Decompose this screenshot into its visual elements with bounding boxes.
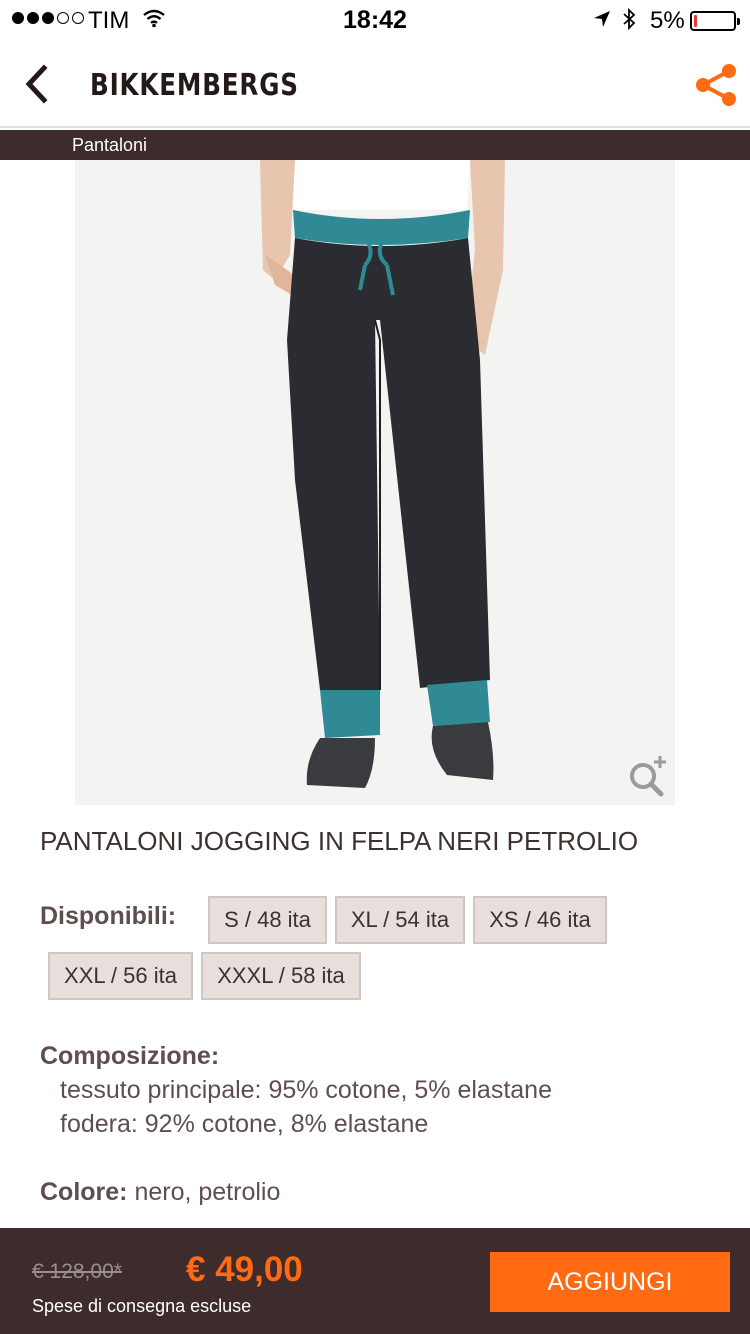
size-option[interactable]: XS / 46 ita [473,896,607,944]
status-bar: TIM 18:42 5% [0,0,750,40]
share-icon[interactable] [694,62,738,108]
size-option[interactable]: XXXL / 58 ita [201,952,361,1000]
bluetooth-icon [623,7,636,31]
composition-line: tessuto principale: 95% cotone, 5% elast… [60,1076,552,1104]
app-header: BIKKEMBERGS [0,40,750,128]
size-option[interactable]: XXL / 56 ita [48,952,193,1000]
shipping-note: Spese di consegna escluse [32,1296,252,1316]
add-to-cart-button[interactable]: AGGIUNGI [490,1252,730,1312]
brand-logo: BIKKEMBERGS [90,68,299,103]
size-option[interactable]: S / 48 ita [208,896,327,944]
color-info: Colore: nero, petrolio [40,1178,280,1207]
location-arrow-icon [594,11,610,27]
category-label: Pantaloni [72,135,148,155]
product-title: PANTALONI JOGGING IN FELPA NERI PETROLIO [40,826,639,856]
zoom-in-icon[interactable] [626,754,670,798]
breadcrumb: Pantaloni [0,130,750,160]
composition-line: fodera: 92% cotone, 8% elastane [60,1110,429,1138]
sale-price: € 49,00 [186,1250,303,1289]
color-value: nero, petrolio [127,1178,281,1206]
battery-percent: 5% [650,7,685,34]
product-image[interactable] [75,160,675,805]
chevron-left-icon[interactable] [22,64,52,104]
old-price: € 128,00* [32,1260,122,1283]
composition-label: Composizione: [40,1042,220,1070]
color-label: Colore: [40,1178,128,1206]
product-photo-illustration [260,160,505,788]
availability-label: Disponibili: [40,902,177,930]
purchase-bar: € 128,00* € 49,00 Spese di consegna escl… [0,1228,750,1334]
clock: 18:42 [343,6,407,34]
battery-icon [690,11,740,31]
size-option[interactable]: XL / 54 ita [335,896,465,944]
